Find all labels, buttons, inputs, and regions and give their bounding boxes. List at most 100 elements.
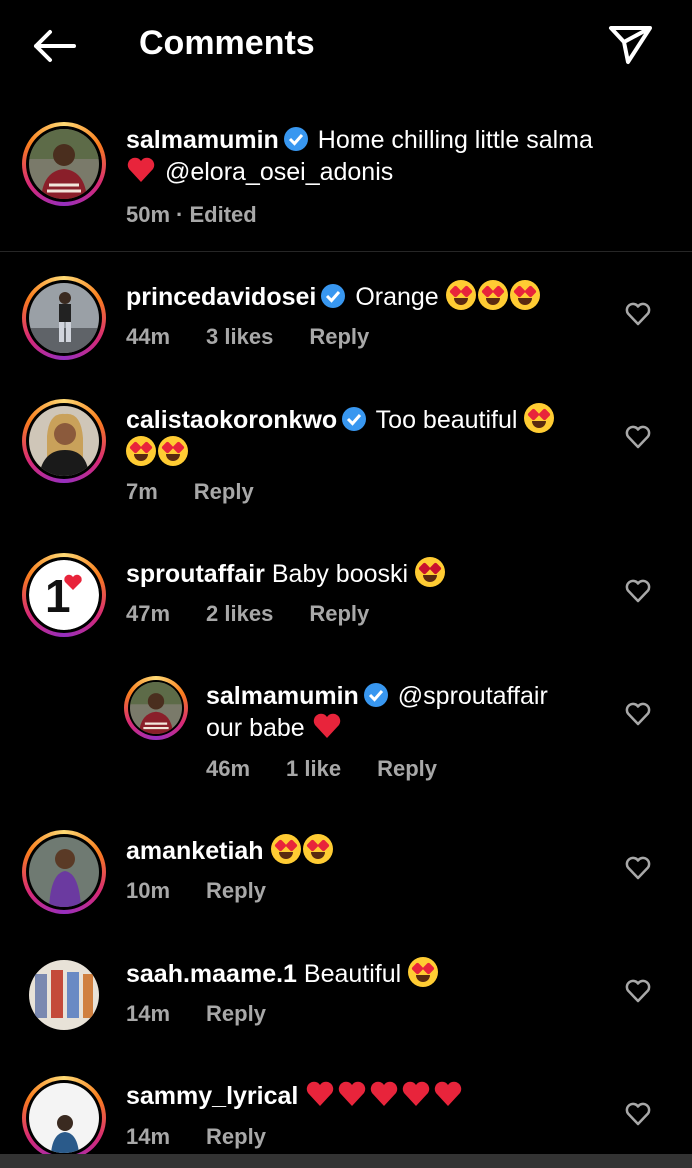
red-heart-icon — [339, 1081, 366, 1106]
comment-time: 47m — [126, 601, 171, 626]
heart-eyes-emoji-icon — [270, 834, 301, 864]
comment-text: princedavidosei Orange — [126, 280, 606, 313]
comment-mention[interactable]: @sproutaffair — [398, 682, 548, 710]
heart-eyes-emoji-icon — [126, 436, 156, 466]
avatar[interactable] — [22, 1076, 106, 1160]
comment-text: amanketiah — [126, 834, 606, 867]
comment-text: sproutaffair Baby booski — [126, 557, 606, 590]
avatar[interactable]: 1 — [22, 553, 106, 637]
caption-time: 50m — [126, 202, 171, 227]
caption-body: Home chilling little salma — [317, 126, 593, 154]
post-caption: salmamumin Home chilling little salma @e… — [0, 110, 692, 250]
comment-time: 10m — [126, 878, 171, 903]
comment-body: Too beautiful — [375, 406, 518, 434]
heart-outline-icon[interactable] — [624, 577, 652, 605]
caption-text: salmamumin Home chilling little salma @e… — [126, 124, 646, 188]
heart-eyes-emoji-icon — [158, 436, 188, 466]
comment-meta: 10m Reply — [126, 878, 302, 904]
red-heart-icon — [307, 1081, 334, 1106]
back-arrow-icon[interactable] — [30, 28, 78, 64]
comment-username[interactable]: calistaokoronkwo — [126, 406, 337, 434]
heart-outline-icon[interactable] — [624, 423, 652, 451]
avatar[interactable] — [22, 276, 106, 360]
comment-text: sammy_lyrical — [126, 1080, 606, 1112]
star-struck-emoji-icon — [415, 557, 446, 587]
comment-meta: 14m Reply — [126, 1001, 302, 1027]
heart-eyes-emoji-icon — [445, 280, 476, 310]
reply-button[interactable]: Reply — [309, 601, 369, 626]
heart-outline-icon[interactable] — [624, 700, 652, 728]
comment-text: salmamumin @sproutaffair our babe — [206, 680, 606, 744]
comment-time: 14m — [126, 1001, 171, 1026]
caption-meta: 50m · Edited — [126, 202, 293, 228]
comment-username[interactable]: saah.maame.1 — [126, 960, 297, 988]
avatar[interactable] — [22, 122, 106, 206]
verified-badge-icon — [342, 407, 367, 431]
comment-meta: 44m 3 likes Reply — [126, 324, 405, 350]
comment-time: 46m — [206, 756, 251, 781]
comment-row: 1 sproutaffair Baby booski 47m 2 likes Rep… — [0, 553, 692, 653]
verified-badge-icon — [321, 284, 346, 308]
comment-body: our babe — [206, 714, 305, 742]
comment-meta: 14m Reply — [126, 1124, 302, 1150]
heart-eyes-emoji-icon — [408, 957, 439, 987]
avatar[interactable] — [22, 399, 106, 483]
avatar[interactable] — [22, 830, 106, 914]
comment-likes[interactable]: 2 likes — [206, 601, 273, 626]
share-paper-plane-icon[interactable] — [606, 22, 654, 66]
heart-eyes-emoji-icon — [477, 280, 508, 310]
comment-row: sammy_lyrical 14m Reply — [0, 1076, 692, 1160]
caption-mention[interactable]: @elora_osei_adonis — [165, 158, 393, 186]
divider — [0, 251, 692, 252]
heart-eyes-emoji-icon — [524, 403, 555, 433]
heart-eyes-emoji-icon — [302, 834, 333, 864]
caption-username[interactable]: salmamumin — [126, 126, 279, 154]
reply-button[interactable]: Reply — [377, 756, 437, 781]
red-heart-icon — [403, 1081, 430, 1106]
verified-badge-icon — [283, 127, 308, 151]
red-heart-icon — [127, 157, 155, 182]
comment-body: Beautiful — [303, 960, 402, 988]
comment-body: Baby booski — [271, 560, 409, 588]
comment-likes[interactable]: 3 likes — [206, 324, 273, 349]
red-heart-icon — [435, 1081, 462, 1106]
header-bar: Comments — [0, 0, 692, 92]
reply-button[interactable]: Reply — [309, 324, 369, 349]
comment-time: 7m — [126, 479, 158, 504]
comment-body: Orange — [355, 283, 439, 311]
comment-username[interactable]: sammy_lyrical — [126, 1082, 298, 1110]
bottom-bar — [0, 1154, 692, 1168]
reply-button[interactable]: Reply — [206, 1124, 266, 1149]
comment-username[interactable]: princedavidosei — [126, 283, 316, 311]
comment-row: saah.maame.1 Beautiful 14m Reply — [0, 953, 692, 1053]
avatar[interactable] — [124, 676, 188, 740]
comment-likes[interactable]: 1 like — [286, 756, 341, 781]
red-heart-icon — [313, 713, 340, 738]
comment-row: princedavidosei Orange 44m 3 likes Reply — [0, 276, 692, 376]
caption-edited: · Edited — [176, 202, 257, 227]
reply-button[interactable]: Reply — [206, 1001, 266, 1026]
comment-username[interactable]: salmamumin — [206, 682, 359, 710]
comment-text: calistaokoronkwo Too beautiful — [126, 403, 606, 469]
comment-meta: 7m Reply — [126, 479, 290, 505]
page-title: Comments — [139, 24, 315, 62]
comment-meta: 47m 2 likes Reply — [126, 601, 405, 627]
red-heart-icon — [371, 1081, 398, 1106]
comment-username[interactable]: amanketiah — [126, 837, 264, 865]
comment-meta: 46m 1 like Reply — [206, 756, 473, 782]
avatar[interactable] — [22, 953, 106, 1037]
comment-row: calistaokoronkwo Too beautiful 7m Reply — [0, 399, 692, 509]
reply-button[interactable]: Reply — [194, 479, 254, 504]
heart-outline-icon[interactable] — [624, 1100, 652, 1128]
reply-comment-row: salmamumin @sproutaffair our babe 46m 1 l… — [0, 676, 692, 786]
heart-outline-icon[interactable] — [624, 854, 652, 882]
heart-outline-icon[interactable] — [624, 300, 652, 328]
heart-eyes-emoji-icon — [509, 280, 540, 310]
comment-row: amanketiah 10m Reply — [0, 830, 692, 930]
comment-text: saah.maame.1 Beautiful — [126, 957, 606, 990]
comment-time: 44m — [126, 324, 171, 349]
heart-outline-icon[interactable] — [624, 977, 652, 1005]
reply-button[interactable]: Reply — [206, 878, 266, 903]
comment-time: 14m — [126, 1124, 171, 1149]
comment-username[interactable]: sproutaffair — [126, 560, 265, 588]
